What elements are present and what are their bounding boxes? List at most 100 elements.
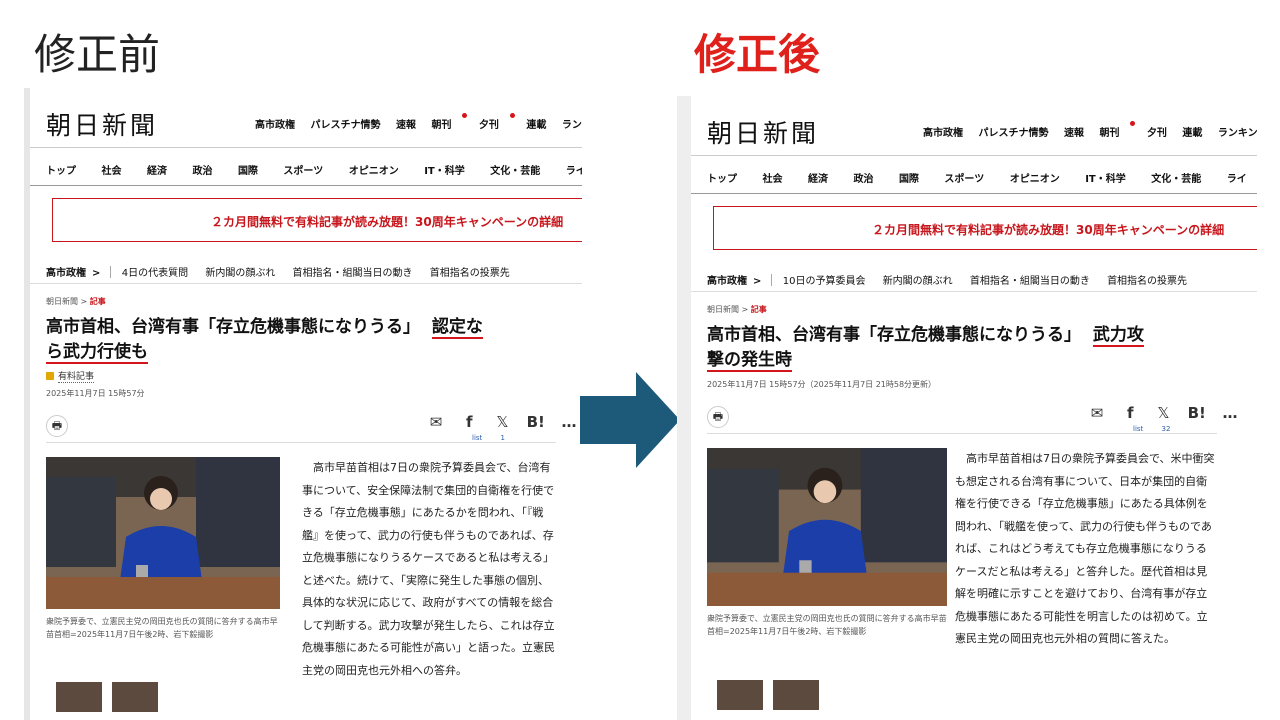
subnav-item[interactable]: 4日の代表質問 bbox=[122, 268, 188, 279]
share-list-link[interactable]: list bbox=[1133, 425, 1143, 433]
topnav-item[interactable]: 高市政権 bbox=[255, 120, 295, 131]
x-icon[interactable]: 𝕏 bbox=[488, 413, 516, 431]
category-item[interactable]: トップ bbox=[707, 174, 737, 185]
facebook-icon[interactable]: f bbox=[1116, 404, 1144, 422]
after-screenshot: 朝日新聞 高市政権 パレスチナ情勢 速報 朝刊 夕刊 連載 ランキング トップ … bbox=[677, 96, 1257, 720]
thumbnail[interactable] bbox=[773, 680, 819, 710]
share-toolbar: 🖶 ✉ f 𝕏 B! … list 1 bbox=[46, 407, 576, 443]
photo-caption: 衆院予算委で、立憲民主党の岡田克也氏の質問に答弁する高市早苗首相=2025年11… bbox=[707, 614, 947, 636]
before-title: 修正前 bbox=[34, 30, 161, 79]
subnav-item[interactable]: 首相指名の投票先 bbox=[1107, 276, 1187, 287]
thumbnail-strip bbox=[717, 680, 829, 714]
site-logo[interactable]: 朝日新聞 bbox=[707, 114, 819, 150]
print-icon[interactable]: 🖶 bbox=[707, 406, 729, 428]
category-item[interactable]: オピニオン bbox=[349, 166, 399, 177]
mail-icon[interactable]: ✉ bbox=[422, 413, 450, 431]
divider bbox=[109, 266, 111, 278]
breadcrumb-separator: > bbox=[741, 305, 751, 314]
topnav-item[interactable]: 高市政権 bbox=[923, 128, 963, 139]
facebook-icon[interactable]: f bbox=[455, 413, 483, 431]
headline-changed-part: ら武力行使も bbox=[46, 342, 148, 364]
subnav-item[interactable]: 首相指名・組閣当日の動き bbox=[970, 276, 1090, 287]
subnav-head[interactable]: 高市政権 bbox=[46, 268, 86, 279]
headline-changed-part: 撃の発生時 bbox=[707, 350, 792, 372]
publish-date: 2025年11月7日 15時57分（2025年11月7日 21時58分更新） bbox=[707, 380, 937, 389]
chevron-right-icon: > bbox=[92, 268, 101, 279]
campaign-banner[interactable]: ２カ月間無料で有料記事が読み放題！30周年キャンペーンの詳細 bbox=[713, 206, 1257, 250]
topnav-item[interactable]: 朝刊 bbox=[1099, 121, 1136, 139]
subnav-item[interactable]: 首相指名・組閣当日の動き bbox=[293, 268, 413, 279]
topnav-item[interactable]: 連載 bbox=[1182, 128, 1202, 139]
article-photo[interactable] bbox=[707, 448, 947, 606]
category-item[interactable]: ライ bbox=[566, 166, 582, 177]
category-item[interactable]: トップ bbox=[46, 166, 76, 177]
breadcrumb-current: 記事 bbox=[89, 297, 106, 306]
subnav-item[interactable]: 新内閣の顔ぶれ bbox=[205, 268, 275, 279]
topic-subnav: 高市政権 > 10日の予算委員会 新内閣の顔ぶれ 首相指名・組閣当日の動き 首相指… bbox=[691, 262, 1257, 292]
category-item[interactable]: 国際 bbox=[899, 174, 919, 185]
campaign-banner[interactable]: ２カ月間無料で有料記事が読み放題！30周年キャンペーンの詳細 bbox=[52, 198, 582, 242]
category-nav: トップ 社会 経済 政治 国際 スポーツ オピニオン IT・科学 文化・芸能 ラ… bbox=[691, 156, 1257, 194]
arrow-right-icon bbox=[580, 372, 680, 468]
hatena-bookmark-icon[interactable]: B! bbox=[522, 413, 550, 431]
category-item[interactable]: オピニオン bbox=[1010, 174, 1060, 185]
category-item[interactable]: スポーツ bbox=[283, 166, 323, 177]
article-photo[interactable] bbox=[46, 457, 280, 609]
topnav-item[interactable]: ランキング bbox=[562, 120, 582, 131]
topnav-item[interactable]: ランキング bbox=[1218, 128, 1257, 139]
category-item[interactable]: ライ bbox=[1227, 174, 1247, 185]
thumbnail[interactable] bbox=[112, 682, 158, 712]
topnav-item[interactable]: 夕刊 bbox=[479, 113, 515, 131]
thumbnail[interactable] bbox=[56, 682, 102, 712]
category-item[interactable]: スポーツ bbox=[944, 174, 984, 185]
paid-label[interactable]: 有料記事 bbox=[58, 372, 95, 383]
headline-text: 高市首相、台湾有事「存立危機事態になりうる」 bbox=[707, 325, 1081, 345]
category-item[interactable]: 経済 bbox=[808, 174, 828, 185]
new-dot-icon bbox=[1130, 121, 1136, 126]
hatena-bookmark-icon[interactable]: B! bbox=[1183, 404, 1211, 422]
topnav-item[interactable]: 速報 bbox=[1064, 128, 1084, 139]
subnav-item[interactable]: 10日の予算委員会 bbox=[783, 276, 866, 287]
breadcrumb-current: 記事 bbox=[750, 305, 767, 314]
breadcrumb-home[interactable]: 朝日新聞 bbox=[707, 305, 739, 314]
more-icon[interactable]: … bbox=[555, 413, 582, 431]
article-headline: 高市首相、台湾有事「存立危機事態になりうる」 武力攻 撃の発生時 bbox=[707, 323, 1207, 373]
category-item[interactable]: 社会 bbox=[101, 166, 121, 177]
topnav-item[interactable]: 夕刊 bbox=[1147, 128, 1167, 139]
headline-changed-part: 武力攻 bbox=[1092, 325, 1144, 347]
breadcrumb-home[interactable]: 朝日新聞 bbox=[46, 297, 78, 306]
breadcrumb: 朝日新聞 > 記事 bbox=[46, 296, 582, 307]
mail-icon[interactable]: ✉ bbox=[1083, 404, 1111, 422]
more-icon[interactable]: … bbox=[1216, 404, 1244, 422]
category-item[interactable]: 文化・芸能 bbox=[490, 166, 540, 177]
new-dot-icon bbox=[462, 113, 468, 118]
subnav-item[interactable]: 首相指名の投票先 bbox=[430, 268, 510, 279]
site-logo[interactable]: 朝日新聞 bbox=[46, 106, 158, 142]
print-icon[interactable]: 🖶 bbox=[46, 415, 68, 437]
category-item[interactable]: 政治 bbox=[853, 174, 873, 185]
topnav-item[interactable]: 速報 bbox=[396, 120, 416, 131]
x-icon[interactable]: 𝕏 bbox=[1149, 404, 1177, 422]
topic-subnav: 高市政権 > 4日の代表質問 新内閣の顔ぶれ 首相指名・組閣当日の動き 首相指名の… bbox=[30, 254, 582, 284]
share-list-link[interactable]: list bbox=[472, 434, 482, 442]
subnav-head[interactable]: 高市政権 bbox=[707, 276, 747, 287]
publish-date: 2025年11月7日 15時57分 bbox=[46, 389, 145, 398]
breadcrumb-separator: > bbox=[80, 297, 90, 306]
lock-icon bbox=[46, 372, 54, 380]
subnav-item[interactable]: 新内閣の顔ぶれ bbox=[883, 276, 953, 287]
category-item[interactable]: 政治 bbox=[192, 166, 212, 177]
category-item[interactable]: 文化・芸能 bbox=[1151, 174, 1201, 185]
topnav-item[interactable]: 連載 bbox=[526, 120, 546, 131]
topnav-item[interactable]: パレスチナ情勢 bbox=[978, 128, 1048, 139]
category-item[interactable]: 国際 bbox=[238, 166, 258, 177]
topnav-item[interactable]: 朝刊 bbox=[431, 113, 468, 131]
thumbnail[interactable] bbox=[717, 680, 763, 710]
topnav-item[interactable]: パレスチナ情勢 bbox=[310, 120, 380, 131]
category-item[interactable]: 経済 bbox=[147, 166, 167, 177]
category-item[interactable]: IT・科学 bbox=[424, 166, 465, 177]
category-item[interactable]: 社会 bbox=[762, 174, 782, 185]
headline-text: 高市首相、台湾有事「存立危機事態になりうる」 bbox=[46, 317, 420, 337]
category-item[interactable]: IT・科学 bbox=[1085, 174, 1126, 185]
share-count: 1 bbox=[500, 434, 505, 442]
top-nav: 高市政権 パレスチナ情勢 速報 朝刊 夕刊 連載 ランキング bbox=[923, 121, 1257, 139]
